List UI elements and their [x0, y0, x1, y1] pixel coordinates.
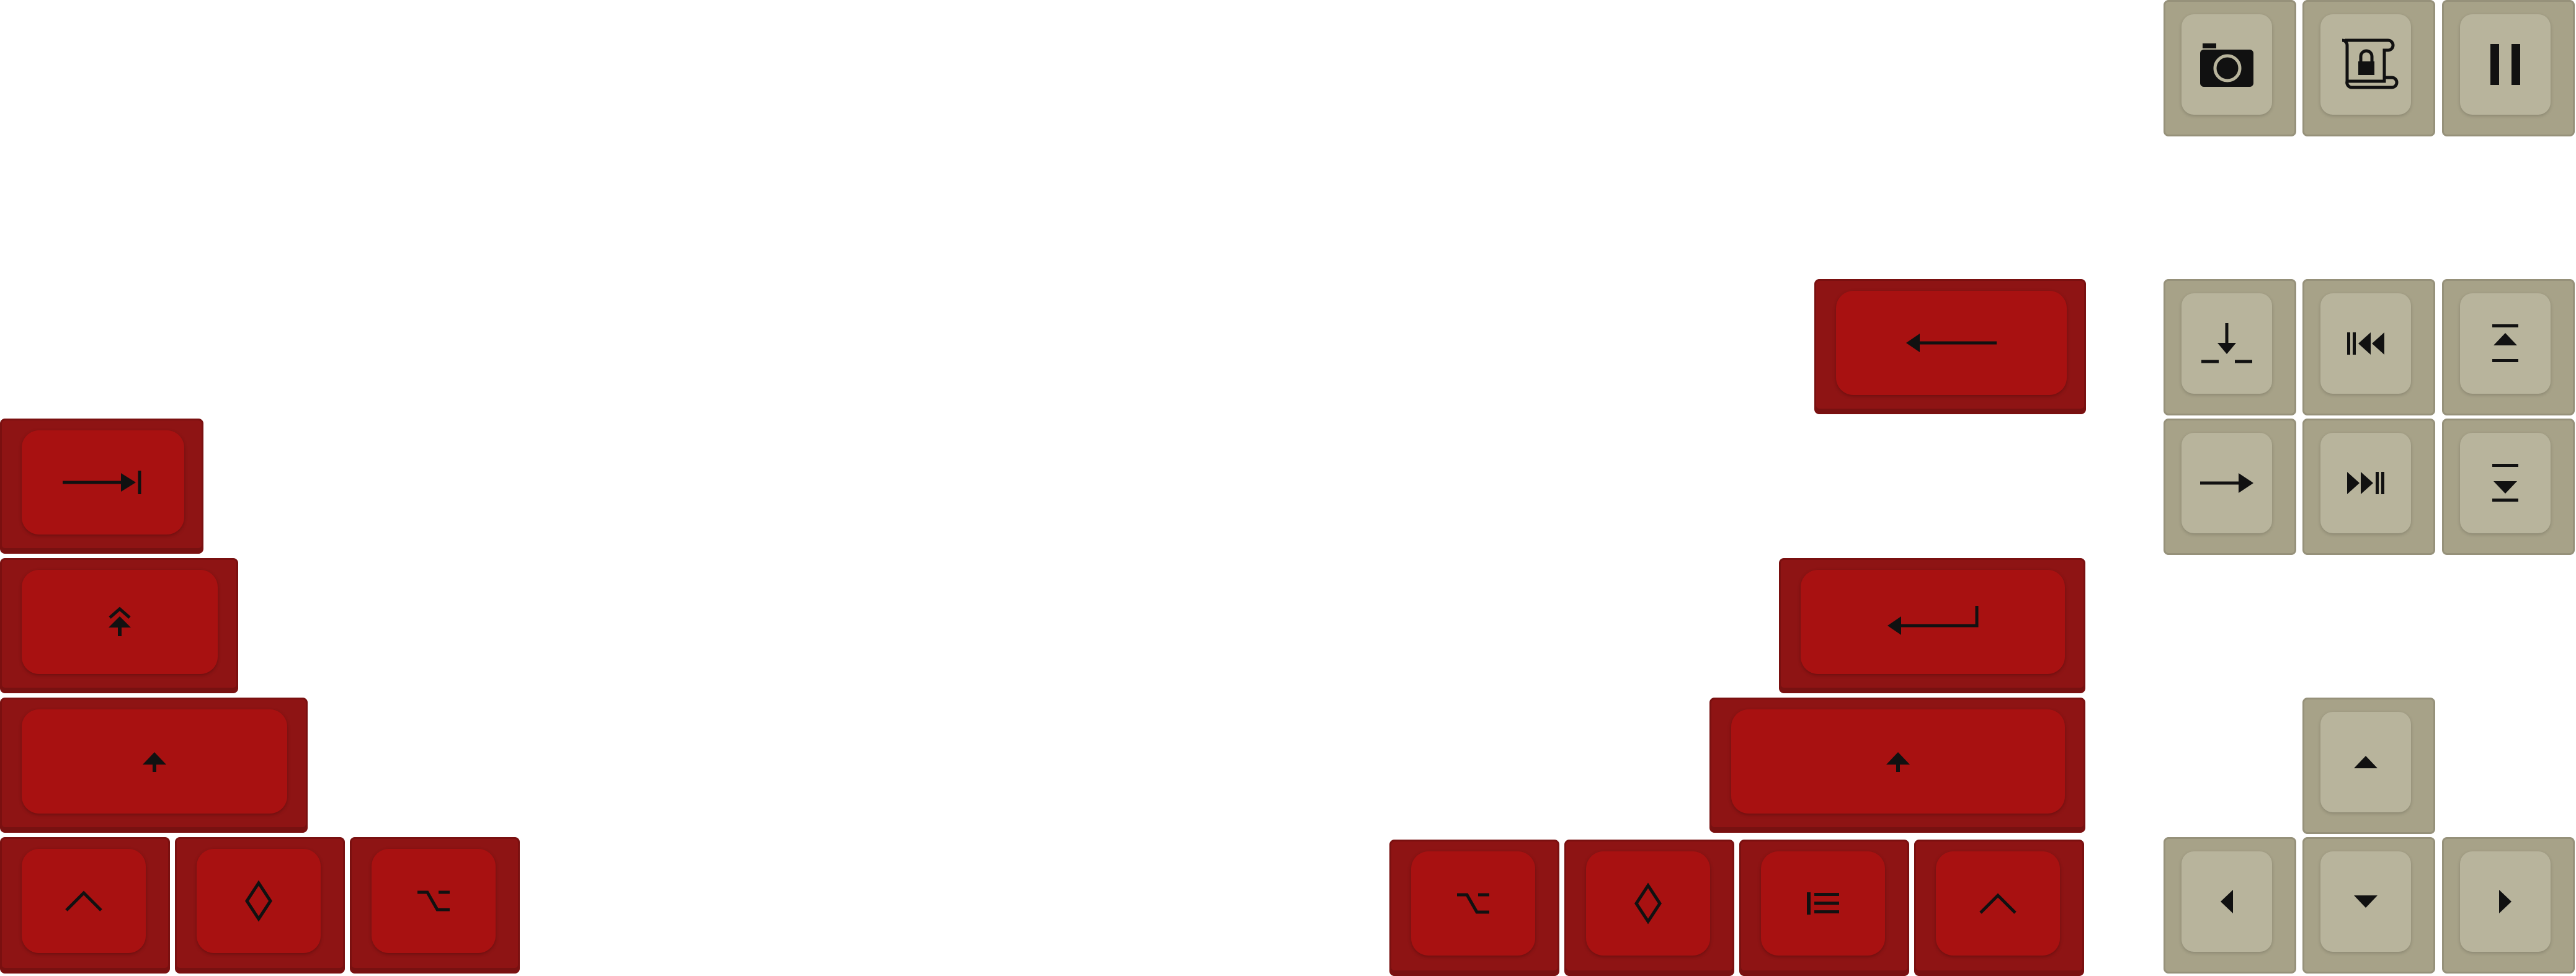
option-icon [1457, 893, 1489, 914]
arrow-up-key[interactable] [2302, 698, 2435, 834]
left-meta-key[interactable] [175, 837, 345, 974]
tab-key[interactable] [0, 419, 203, 554]
menu-list-icon [1807, 892, 1839, 915]
backspace-key[interactable] [1814, 279, 2086, 414]
right-shift-key[interactable] [1709, 698, 2085, 833]
print-screen-key[interactable] [2164, 0, 2296, 136]
shift-arrow-icon [1886, 752, 1910, 772]
diamond-icon [245, 880, 272, 922]
left-alt-key[interactable] [350, 837, 520, 974]
home-skip-back-icon [2347, 332, 2384, 355]
right-alt-key[interactable] [1389, 840, 1559, 976]
delete-arrow-icon [2200, 473, 2253, 493]
option-icon [417, 890, 450, 912]
pause-key[interactable] [2442, 0, 2575, 136]
end-key[interactable] [2302, 419, 2435, 555]
arrow-left-icon [2221, 890, 2233, 913]
enter-arrow-icon [1887, 606, 1979, 635]
control-caret-icon [65, 890, 102, 912]
end-skip-forward-icon [2347, 472, 2384, 494]
right-meta-key[interactable] [1564, 840, 1734, 976]
arrow-right-icon [2499, 890, 2511, 913]
scroll-lock-key[interactable] [2302, 0, 2435, 136]
camera-icon [2200, 43, 2253, 87]
page-down-key[interactable] [2442, 419, 2575, 555]
diamond-icon [1634, 882, 1662, 925]
pause-icon [2490, 44, 2520, 85]
caps-lock-key[interactable] [0, 558, 238, 693]
caps-lock-arrows-icon [109, 606, 131, 636]
arrow-down-icon [2354, 895, 2378, 908]
insert-key[interactable] [2164, 279, 2296, 415]
right-control-key[interactable] [1914, 840, 2084, 976]
arrow-down-key[interactable] [2302, 837, 2435, 974]
home-key[interactable] [2302, 279, 2435, 415]
delete-key[interactable] [2164, 419, 2296, 555]
enter-key[interactable] [1779, 558, 2085, 693]
page-down-icon [2492, 464, 2518, 502]
arrow-up-icon [2354, 756, 2378, 768]
arrow-right-key[interactable] [2442, 837, 2575, 974]
arrow-left-key[interactable] [2164, 837, 2296, 974]
tab-arrow-icon [63, 471, 141, 494]
scroll-lock-icon [2342, 38, 2399, 89]
insert-icon [2201, 323, 2252, 363]
shift-arrow-icon [143, 752, 166, 772]
left-shift-key[interactable] [0, 698, 308, 833]
backspace-arrow-icon [1906, 334, 1997, 352]
page-up-key[interactable] [2442, 279, 2575, 415]
page-up-icon [2492, 324, 2518, 362]
control-caret-icon [1979, 893, 2017, 914]
left-control-key[interactable] [0, 837, 170, 974]
menu-key[interactable] [1739, 840, 1909, 976]
